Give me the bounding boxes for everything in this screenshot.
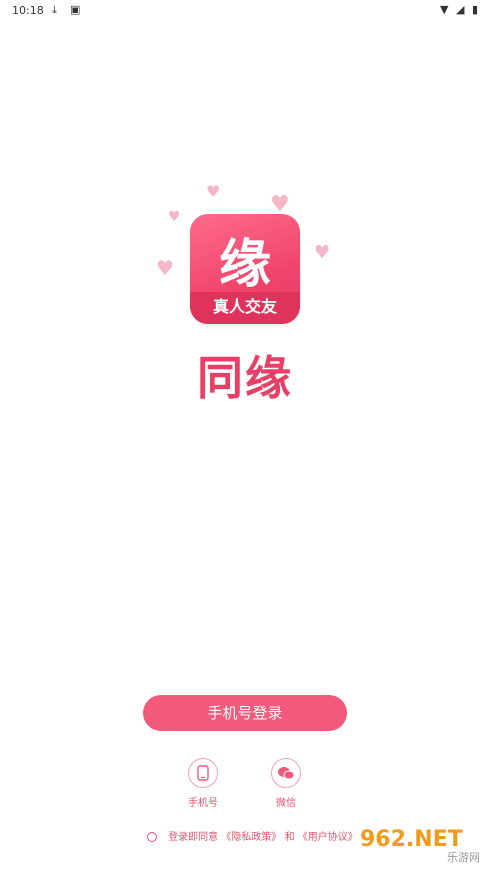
agreement-prefix: 登录即同意 xyxy=(168,832,219,843)
agree-radio[interactable] xyxy=(147,832,157,842)
phone-login-button[interactable]: 手机号登录 xyxy=(143,695,347,731)
privacy-policy-link[interactable]: 《隐私政策》 xyxy=(221,832,281,843)
phone-icon xyxy=(188,758,218,788)
status-bar: 10:18 ⤓ ▣ ▼ ◢ ▮ xyxy=(0,0,490,22)
wechat-login-label: 微信 xyxy=(276,798,296,809)
phone-login-label: 手机号 xyxy=(188,798,218,809)
app-icon-tagline: 真人交友 xyxy=(190,292,300,324)
a-letter-icon: ▣ xyxy=(70,3,81,16)
status-right-icons: ▼ ◢ ▮ xyxy=(440,3,480,16)
heart-icon: ♥ xyxy=(168,209,181,225)
app-name: 同缘 xyxy=(197,351,293,405)
wechat-icon xyxy=(271,758,301,788)
wechat-login-option[interactable]: 微信 xyxy=(256,758,316,809)
app-icon-glyph: 缘 xyxy=(218,234,271,295)
app-icon: 缘 真人交友 xyxy=(190,214,300,324)
watermark: 962.NET 乐游网 xyxy=(354,827,486,867)
heart-icon: ♥ xyxy=(314,242,331,263)
heart-icon: ♥ xyxy=(156,256,174,280)
battery-icon: ▮ xyxy=(471,3,480,16)
wifi-icon: ▼ xyxy=(440,3,451,16)
status-time: 10:18 xyxy=(12,4,44,17)
phone-login-option[interactable]: 手机号 xyxy=(173,758,233,809)
agreement-conjunction: 和 xyxy=(284,832,295,843)
heart-icon: ♥ xyxy=(270,192,290,217)
agreement-line: 登录即同意 《隐私政策》 和 《用户协议》 xyxy=(147,828,358,843)
heart-icon: ♥ xyxy=(206,182,221,201)
logo-area: ♥ ♥ ♥ ♥ ♥ 缘 真人交友 xyxy=(150,180,340,330)
signal-icon: ◢ xyxy=(455,3,467,16)
user-agreement-link[interactable]: 《用户协议》 xyxy=(298,832,358,843)
watermark-sub: 乐游网 xyxy=(447,851,480,864)
download-icon: ⤓ xyxy=(52,3,57,16)
